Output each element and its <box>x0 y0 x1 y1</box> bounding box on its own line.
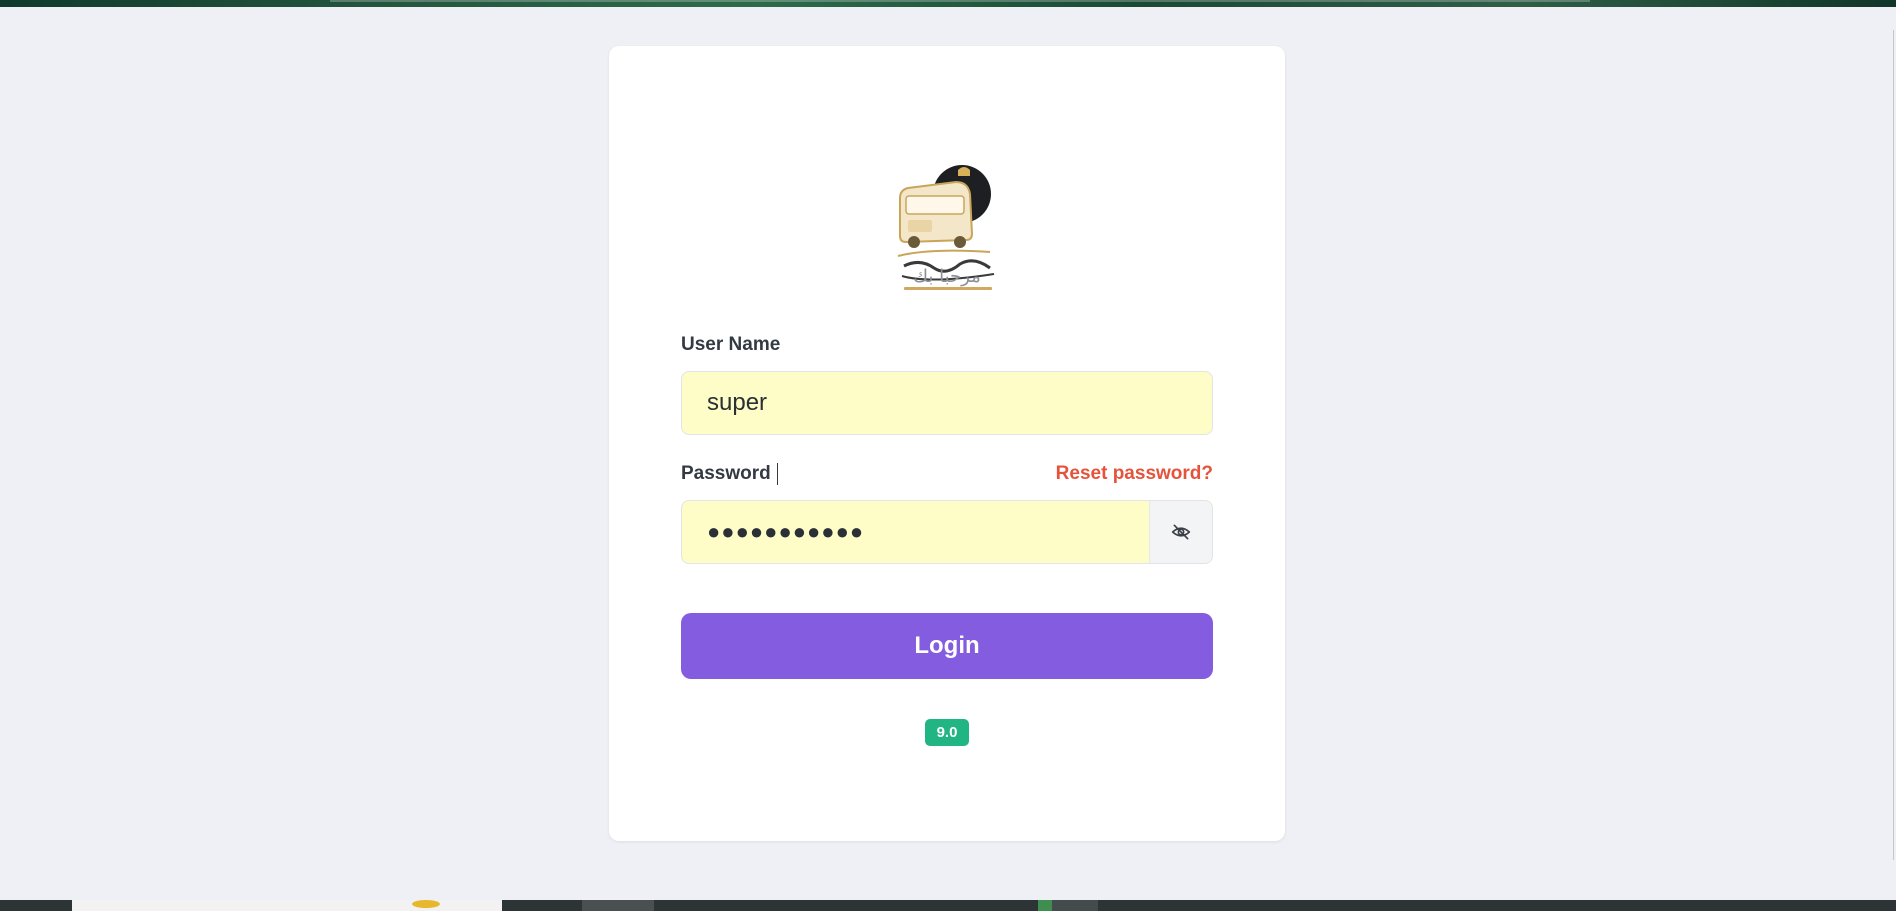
text-cursor <box>776 463 778 485</box>
flower-image <box>412 900 440 908</box>
bottom-strip-tile <box>1052 900 1098 911</box>
top-banner-edge <box>330 0 1590 2</box>
login-card: مرحبا بك User Name Password Reset passwo… <box>609 46 1285 841</box>
password-visibility-toggle[interactable] <box>1149 501 1212 563</box>
bottom-strip-tile <box>582 900 654 911</box>
password-label-wrap: Password <box>681 463 778 485</box>
username-field[interactable] <box>681 371 1213 435</box>
reset-password-link[interactable]: Reset password? <box>1056 463 1213 485</box>
welcome-text: مرحبا بك <box>913 266 981 287</box>
eye-off-icon <box>1171 524 1191 540</box>
username-label: User Name <box>681 334 781 355</box>
bottom-taskbar-strip <box>0 900 1896 911</box>
bottom-strip-tile <box>1038 900 1052 911</box>
version-badge: 9.0 <box>925 719 969 746</box>
password-field[interactable] <box>681 500 1213 564</box>
bottom-strip-tile <box>72 900 502 911</box>
top-banner-strip <box>0 0 1896 7</box>
login-button[interactable]: Login <box>681 613 1213 679</box>
scrollbar-track[interactable] <box>1893 30 1894 860</box>
password-label: Password <box>681 463 771 485</box>
username-input[interactable] <box>682 372 1212 434</box>
password-input[interactable] <box>682 501 1152 563</box>
